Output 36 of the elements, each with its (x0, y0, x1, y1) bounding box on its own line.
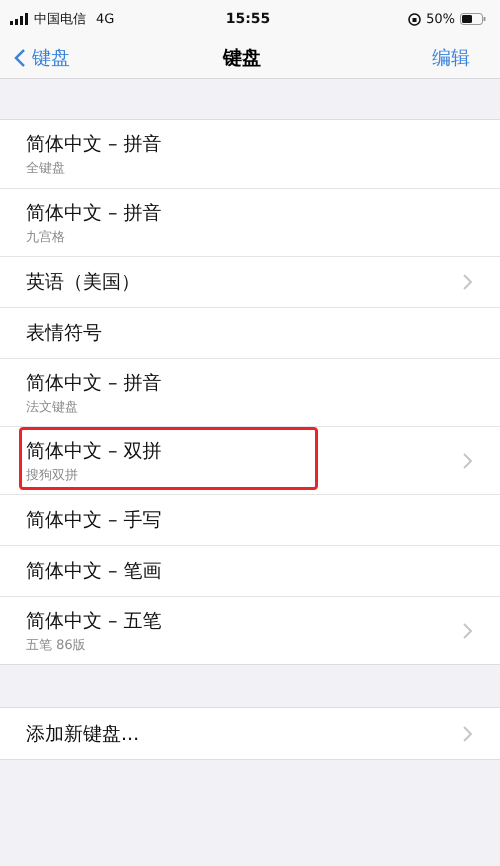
add-keyboard-label: 添加新键盘... (26, 722, 140, 746)
keyboard-row[interactable]: 简体中文 – 拼音 全键盘 (0, 120, 500, 188)
keyboard-name: 简体中文 – 拼音 (26, 200, 163, 226)
keyboard-row[interactable]: 简体中文 – 双拼 搜狗双拼 (0, 426, 500, 494)
keyboard-layout: 五笔 86版 (26, 636, 87, 654)
back-button[interactable]: 键盘 (14, 45, 166, 71)
keyboard-row[interactable]: 表情符号 (0, 307, 500, 358)
keyboard-name: 简体中文 – 拼音 (26, 132, 163, 157)
battery-percent: 50% (426, 12, 456, 26)
keyboard-layout: 法文键盘 (26, 398, 79, 416)
keyboard-row[interactable]: 英语（美国） (0, 256, 500, 307)
edit-button[interactable]: 编辑 (318, 45, 470, 71)
keyboard-name: 简体中文 – 笔画 (26, 559, 163, 584)
keyboard-row[interactable]: 简体中文 – 笔画 (0, 545, 500, 596)
keyboard-name: 简体中文 – 手写 (26, 508, 163, 533)
add-keyboard-row[interactable]: 添加新键盘... (0, 708, 500, 759)
keyboard-name: 英语（美国） (26, 270, 141, 295)
keyboard-row[interactable]: 简体中文 – 五笔 五笔 86版 (0, 596, 500, 664)
keyboard-name: 简体中文 – 五笔 (26, 608, 163, 634)
back-icon (14, 48, 26, 68)
keyboard-layout: 九宫格 (26, 228, 66, 246)
keyboard-row[interactable]: 简体中文 – 拼音 九宫格 (0, 188, 500, 256)
page-title: 键盘 (222, 46, 262, 71)
keyboard-layout: 全键盘 (26, 160, 66, 177)
signal-icon (10, 13, 30, 25)
battery-icon (460, 13, 486, 25)
keyboard-layout: 搜狗双拼 (26, 466, 79, 484)
carrier-name: 中国电信 (34, 11, 86, 28)
keyboard-name: 简体中文 – 拼音 (26, 370, 163, 396)
keyboard-row[interactable]: 简体中文 – 拼音 法文键盘 (0, 358, 500, 426)
network-type: 4G (96, 12, 114, 26)
keyboard-name: 简体中文 – 双拼 (26, 438, 163, 464)
clock-time: 15:55 (224, 11, 272, 27)
keyboard-name: 表情符号 (26, 321, 103, 346)
keyboard-row[interactable]: 简体中文 – 手写 (0, 494, 500, 545)
rotation-lock-icon (408, 12, 422, 26)
